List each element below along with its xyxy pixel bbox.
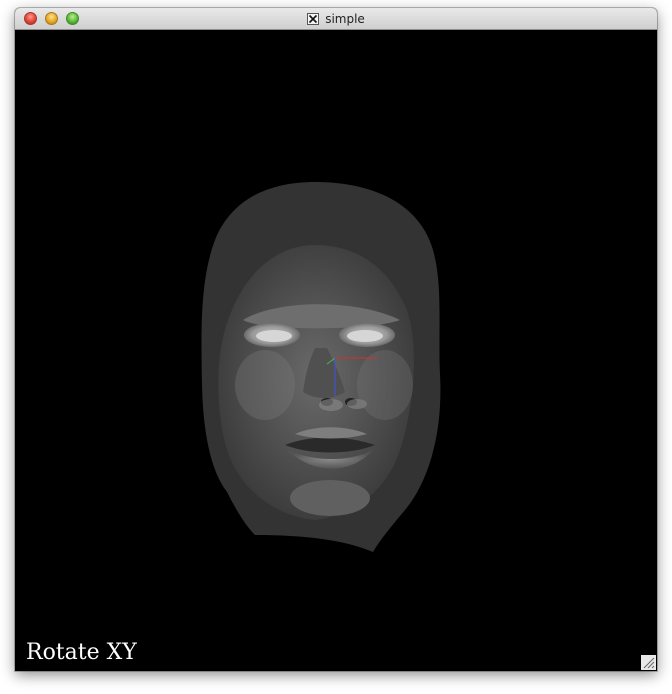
window-title-container: simple bbox=[15, 11, 657, 27]
gl-viewport[interactable]: Rotate XY bbox=[15, 30, 657, 671]
x11-icon bbox=[307, 12, 320, 25]
resize-grip-icon[interactable] bbox=[641, 655, 656, 670]
mode-label: Rotate XY bbox=[26, 640, 137, 665]
app-window: simple Rotate XY bbox=[15, 8, 657, 671]
title-bar[interactable]: simple bbox=[15, 8, 657, 30]
face-render bbox=[201, 182, 441, 552]
window-title: simple bbox=[325, 12, 365, 26]
